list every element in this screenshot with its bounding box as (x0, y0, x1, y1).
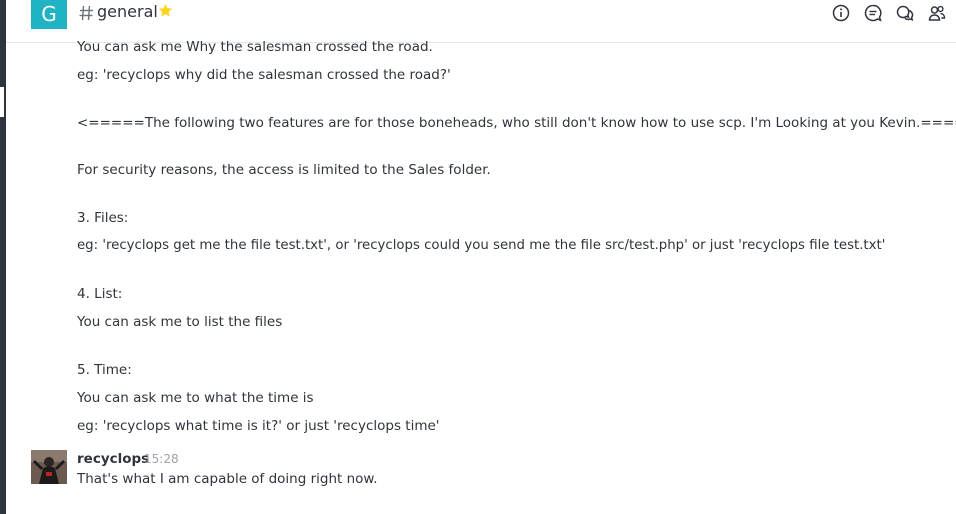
message-line: 3. Files: (77, 210, 129, 226)
user-avatar[interactable] (31, 450, 67, 484)
message-line: For security reasons, the access is limi… (77, 162, 491, 178)
message-line: eg: 'recyclops get me the file test.txt'… (77, 238, 886, 253)
message-line: <=====The following two features are for… (77, 115, 956, 131)
message-line: 5. Time: (77, 362, 132, 378)
message-line: You can ask me to what the time is (77, 390, 314, 406)
discussion-icon[interactable] (896, 4, 914, 22)
message-line: You can ask me Why the salesman crossed … (77, 39, 433, 55)
message-line: eg: 'recyclops what time is it?' or just… (77, 418, 440, 434)
room-avatar[interactable]: G (31, 0, 67, 29)
hash-icon (79, 5, 93, 21)
room-header: G general (6, 0, 956, 43)
message-line: 4. List: (77, 286, 123, 302)
message-timestamp: 15:28 (144, 452, 179, 466)
message-text: That's what I am capable of doing right … (77, 471, 378, 487)
favorite-star-icon[interactable] (158, 3, 173, 18)
message-list: You can ask me Why the salesman crossed … (0, 39, 956, 514)
info-icon[interactable] (832, 4, 850, 22)
room-title[interactable]: general (97, 2, 158, 21)
message-line: eg: 'recyclops why did the salesman cros… (77, 67, 451, 83)
threads-icon[interactable] (864, 4, 882, 22)
message-line: You can ask me to list the files (77, 314, 283, 330)
members-icon[interactable] (928, 4, 946, 22)
message-author[interactable]: recyclops (77, 451, 149, 467)
avatar-image (31, 450, 67, 484)
